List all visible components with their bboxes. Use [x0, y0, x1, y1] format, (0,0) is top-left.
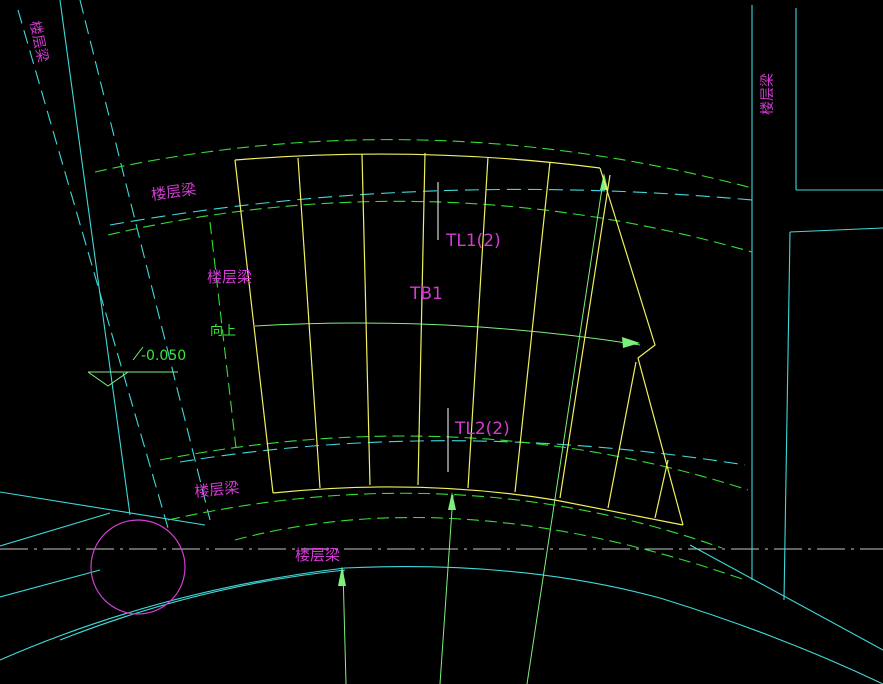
label-stair-slab: TB1: [409, 284, 443, 304]
label-beam-bottom-center: 楼层梁: [295, 546, 340, 564]
drawing-background: [0, 0, 883, 684]
label-direction-up: 向上: [210, 323, 236, 339]
label-elevation: -0.050: [141, 348, 186, 364]
label-stair-beam-lower: TL2(2): [454, 419, 510, 439]
label-stair-beam-upper: TL1(2): [445, 231, 501, 251]
label-beam-mid-left: 楼层梁: [207, 268, 252, 286]
cad-drawing-canvas[interactable]: 楼层梁 楼层梁 楼层梁 楼层梁 楼层梁 楼层梁 TB1 TL1(2) TL2(2…: [0, 0, 883, 684]
label-beam-vertical-right: 楼层梁: [760, 73, 776, 115]
